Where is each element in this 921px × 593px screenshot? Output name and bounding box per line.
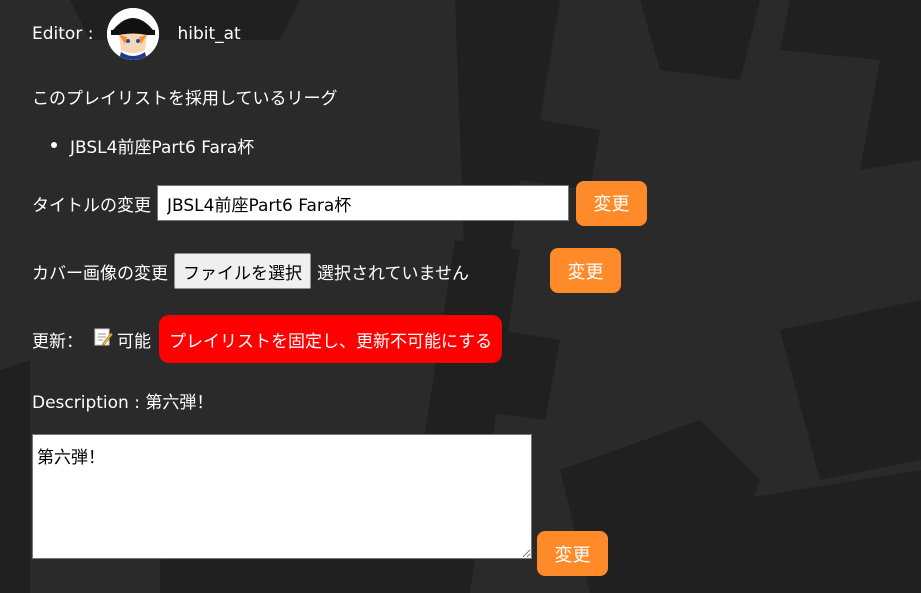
league-list-item: JBSL4前座Part6 Fara杯	[51, 133, 254, 158]
avatar[interactable]	[107, 8, 160, 60]
cover-change-label: カバー画像の変更	[32, 263, 168, 284]
bullet-icon	[51, 142, 57, 148]
update-label: 更新：	[32, 331, 83, 352]
league-name[interactable]: JBSL4前座Part6 Fara杯	[70, 133, 254, 158]
update-status: 可能	[117, 331, 151, 352]
title-change-button[interactable]: 変更	[576, 180, 647, 226]
description-textarea[interactable]: 第六弾！	[32, 434, 532, 559]
avatar-image	[107, 8, 160, 60]
lock-playlist-button[interactable]: プレイリストを固定し、更新不可能にする	[159, 315, 503, 363]
title-change-label: タイトルの変更	[32, 195, 151, 216]
league-heading: このプレイリストを採用しているリーグ	[32, 88, 338, 109]
choose-file-button[interactable]: ファイルを選択	[174, 253, 311, 289]
editor-username[interactable]: hibit_at	[177, 24, 240, 44]
cover-change-button[interactable]: 変更	[550, 248, 621, 293]
title-input[interactable]	[157, 185, 569, 221]
editor-label: Editor :	[32, 24, 94, 44]
description-change-button[interactable]: 変更	[537, 531, 608, 576]
memo-icon	[93, 327, 113, 351]
file-status: 選択されていません	[317, 263, 469, 284]
description-label: Description : 第六弾！	[32, 392, 214, 413]
